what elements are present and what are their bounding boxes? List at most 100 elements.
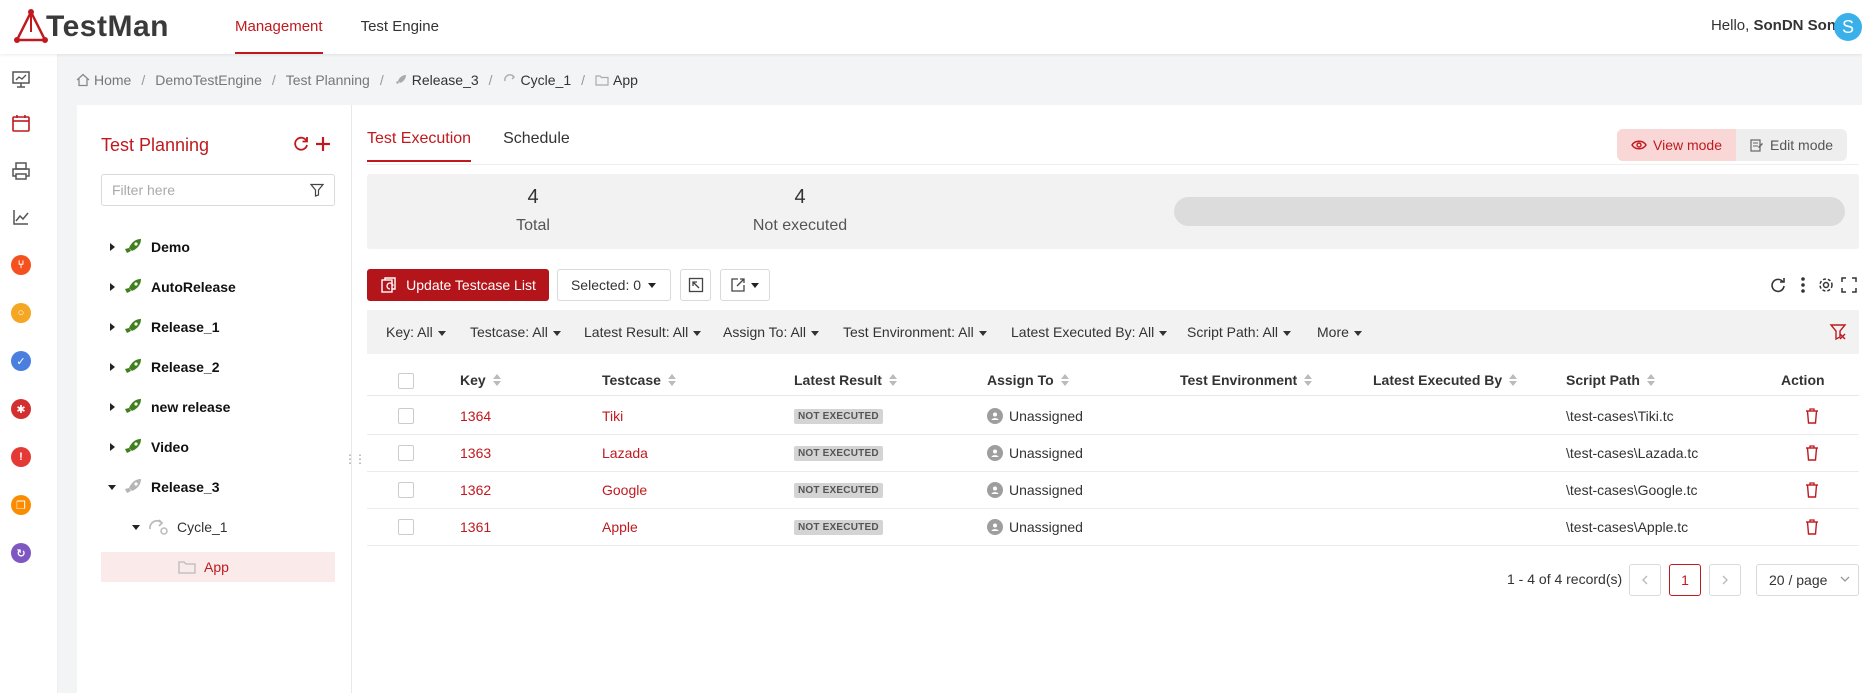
sort-icon[interactable] [1060,374,1069,386]
chart-line-icon[interactable] [10,206,32,228]
clear-filter-icon[interactable] [1829,323,1847,341]
printer-icon[interactable] [10,160,32,182]
delete-icon[interactable] [1805,519,1819,535]
tree-node-demo[interactable]: Demo [101,232,190,262]
tree-node-release-3[interactable]: Release_3 [101,472,220,502]
expand-icon[interactable] [101,403,123,411]
tree-node-new-release[interactable]: new release [101,392,230,422]
expand-icon[interactable] [101,443,123,451]
add-icon[interactable] [314,135,336,157]
delete-icon[interactable] [1805,482,1819,498]
filter-latest-executed-by[interactable]: Latest Executed By: All [1011,324,1168,340]
filter-key[interactable]: Key: All [386,324,446,340]
breadcrumb-cycle[interactable]: Cycle_1 [503,72,571,88]
table-row[interactable]: 1361 Apple NOT EXECUTED Unassigned \test… [367,509,1859,546]
refresh-icon[interactable] [292,135,314,157]
delete-icon[interactable] [1805,408,1819,424]
page-button-current[interactable]: 1 [1669,564,1701,596]
row-assign-to[interactable]: Unassigned [987,482,1083,498]
collapse-icon[interactable] [125,523,147,531]
column-header-latest-executed-by[interactable]: Latest Executed By [1373,372,1518,388]
row-checkbox[interactable] [398,408,414,424]
column-header-testcase[interactable]: Testcase [602,372,676,388]
sort-icon[interactable] [1304,374,1313,386]
table-row[interactable]: 1362 Google NOT EXECUTED Unassigned \tes… [367,472,1859,509]
tab-schedule[interactable]: Schedule [503,130,570,162]
expand-icon[interactable] [101,363,123,371]
table-row[interactable]: 1363 Lazada NOT EXECUTED Unassigned \tes… [367,435,1859,472]
breadcrumb-release[interactable]: Release_3 [394,72,479,88]
row-assign-to[interactable]: Unassigned [987,408,1083,424]
tree-node-autorelease[interactable]: AutoRelease [101,272,236,302]
tree-node-release-2[interactable]: Release_2 [101,352,220,382]
edit-mode-button[interactable]: Edit mode [1736,129,1847,161]
filter-test-environment[interactable]: Test Environment: All [843,324,987,340]
expand-window-button[interactable] [680,269,711,301]
presentation-icon[interactable] [10,68,32,90]
avatar[interactable]: S [1834,13,1862,41]
sort-icon[interactable] [492,374,501,386]
table-row[interactable]: 1364 Tiki NOT EXECUTED Unassigned \test-… [367,398,1859,435]
row-testcase[interactable]: Lazada [602,445,648,461]
row-checkbox[interactable] [398,482,414,498]
filter-assign-to[interactable]: Assign To: All [723,324,820,340]
more-vertical-icon[interactable] [1793,275,1813,295]
nav-management[interactable]: Management [235,0,323,54]
column-header-script-path[interactable]: Script Path [1566,372,1655,388]
row-checkbox[interactable] [398,519,414,535]
reload-icon[interactable] [1768,275,1788,295]
tree-node-cycle-1[interactable]: Cycle_1 [125,512,228,542]
delete-icon[interactable] [1805,445,1819,461]
row-key[interactable]: 1361 [460,519,491,535]
logo[interactable]: TestMan [12,8,169,46]
breadcrumb-app[interactable]: App [595,72,638,88]
breadcrumb-project[interactable]: DemoTestEngine [155,72,262,88]
select-all-checkbox[interactable] [398,373,414,389]
alert-icon[interactable]: ! [10,446,32,468]
row-testcase[interactable]: Google [602,482,647,498]
column-header-key[interactable]: Key [460,372,501,388]
row-testcase[interactable]: Tiki [602,408,623,424]
breadcrumb-home[interactable]: Home [76,72,131,88]
row-key[interactable]: 1362 [460,482,491,498]
row-assign-to[interactable]: Unassigned [987,519,1083,535]
export-dropdown[interactable] [720,269,770,301]
row-key[interactable]: 1363 [460,445,491,461]
settings-icon[interactable] [1816,275,1836,295]
sort-icon[interactable] [1509,374,1518,386]
bug-icon[interactable]: ✱ [10,398,32,420]
row-testcase[interactable]: Apple [602,519,638,535]
expand-icon[interactable] [101,283,123,291]
expand-icon[interactable] [101,323,123,331]
sync-icon[interactable]: ↻ [10,542,32,564]
calendar-icon[interactable] [10,112,32,134]
page-size-select[interactable]: 20 / page [1756,564,1859,596]
nav-test-engine[interactable]: Test Engine [361,0,439,54]
copy-icon[interactable]: ❐ [10,494,32,516]
collapse-icon[interactable] [101,483,123,491]
filter-more[interactable]: More [1317,324,1362,340]
tree-node-video[interactable]: Video [101,432,189,462]
column-header-assign-to[interactable]: Assign To [987,372,1069,388]
prev-page-button[interactable] [1629,564,1661,596]
tree-filter-input[interactable] [112,175,302,205]
update-testcase-list-button[interactable]: Update Testcase List [367,269,549,301]
tree-node-app[interactable]: App [178,552,229,582]
row-key[interactable]: 1364 [460,408,491,424]
filter-icon[interactable] [310,183,324,197]
fullscreen-icon[interactable] [1839,275,1859,295]
git-icon[interactable]: ⑂ [10,254,32,276]
tree-node-release-1[interactable]: Release_1 [101,312,220,342]
column-header-test-environment[interactable]: Test Environment [1180,372,1313,388]
lightbulb-icon[interactable]: ○ [10,302,32,324]
sort-icon[interactable] [1646,374,1655,386]
column-header-latest-result[interactable]: Latest Result [794,372,897,388]
filter-testcase[interactable]: Testcase: All [470,324,561,340]
check-circle-icon[interactable]: ✓ [10,350,32,372]
tab-test-execution[interactable]: Test Execution [367,130,472,162]
sort-icon[interactable] [667,374,676,386]
row-assign-to[interactable]: Unassigned [987,445,1083,461]
row-checkbox[interactable] [398,445,414,461]
filter-script-path[interactable]: Script Path: All [1187,324,1292,340]
expand-icon[interactable] [101,243,123,251]
